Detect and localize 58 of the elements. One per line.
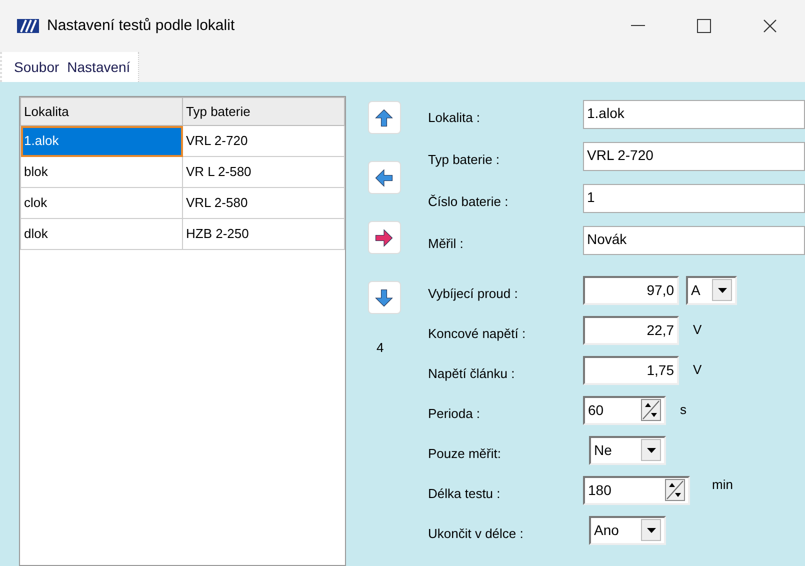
- close-icon: [763, 19, 777, 33]
- spin-arrows-icon[interactable]: [665, 479, 685, 501]
- unit-label: min: [712, 476, 733, 494]
- window-title: Nastavení testů podle lokalit: [47, 16, 235, 36]
- text-field[interactable]: 1: [583, 184, 805, 212]
- field-label: Délka testu :: [428, 485, 502, 504]
- arrow-left-button[interactable]: [368, 161, 401, 194]
- unit-label: V: [693, 321, 702, 340]
- arrow-down-button[interactable]: [368, 281, 401, 314]
- arrow-right-icon: [373, 226, 396, 248]
- table-cell: VRL 2-580: [182, 188, 345, 218]
- record-count: 4: [376, 339, 384, 357]
- arrow-down-icon: [373, 286, 396, 308]
- text-field[interactable]: VRL 2-720: [583, 142, 805, 170]
- app-logo-icon: [17, 19, 39, 33]
- text-field[interactable]: 1.alok: [583, 100, 805, 128]
- field-label: Pouze měřit:: [428, 445, 502, 464]
- field-label: Typ baterie :: [428, 151, 501, 170]
- table-cell: HZB 2-250: [182, 218, 345, 250]
- menu-item[interactable]: Soubor: [14, 56, 60, 78]
- field-label: Měřil :: [428, 235, 464, 254]
- arrow-up-button[interactable]: [368, 101, 401, 134]
- table-cell: blok: [20, 156, 182, 188]
- spin-box[interactable]: 180: [583, 476, 690, 504]
- spin-box[interactable]: 60: [583, 396, 666, 424]
- dropdown[interactable]: Ano: [589, 516, 666, 544]
- number-field[interactable]: 1,75: [583, 356, 679, 384]
- field-label: Koncové napětí :: [428, 325, 527, 344]
- unit-label: s: [680, 401, 686, 420]
- number-field[interactable]: 97,0: [583, 276, 679, 304]
- column-header[interactable]: Typ baterie: [182, 98, 345, 126]
- menu-item[interactable]: Nastavení: [67, 56, 130, 78]
- table-cell: VRL 2-720: [182, 126, 345, 156]
- text-field[interactable]: Novák: [583, 226, 805, 254]
- table-cell: VR L 2-580: [182, 156, 345, 188]
- caret-icon: [712, 279, 732, 301]
- number-field[interactable]: 22,7: [583, 316, 679, 344]
- unit-dropdown[interactable]: A: [686, 276, 737, 304]
- arrow-left-icon: [373, 166, 396, 188]
- caret-icon: [641, 519, 661, 541]
- minimize-icon: [631, 25, 645, 27]
- table-cell: dlok: [20, 218, 182, 250]
- spin-arrows-icon[interactable]: [641, 399, 661, 421]
- arrow-up-icon: [373, 106, 396, 128]
- table-cell: 1.alok: [20, 126, 182, 156]
- caret-icon: [641, 439, 661, 461]
- dropdown[interactable]: Ne: [589, 436, 666, 464]
- maximize-icon: [697, 19, 711, 33]
- field-label: Ukončit v délce :: [428, 525, 524, 544]
- field-label: Vybíjecí proud :: [428, 285, 519, 304]
- field-label: Lokalita :: [428, 109, 482, 128]
- unit-label: V: [693, 361, 702, 380]
- field-label: Napětí článku :: [428, 365, 516, 384]
- field-label: Perioda :: [428, 405, 482, 424]
- field-label: Číslo baterie :: [428, 193, 510, 212]
- arrow-right-button[interactable]: [368, 221, 401, 254]
- table-cell: clok: [20, 188, 182, 218]
- column-header[interactable]: Lokalita: [20, 98, 182, 126]
